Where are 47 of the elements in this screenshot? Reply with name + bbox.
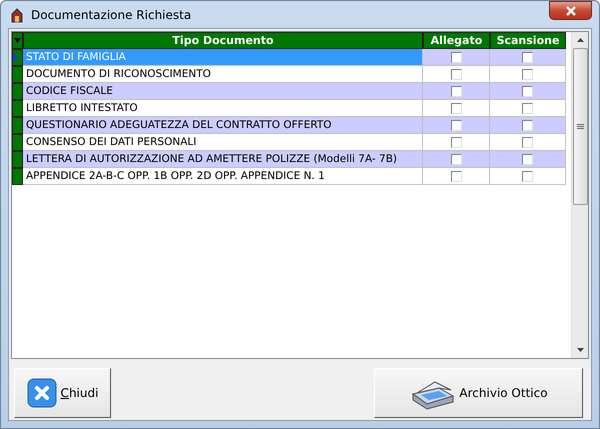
column-header[interactable]: Scansione (490, 32, 566, 49)
checkbox[interactable] (522, 86, 533, 96)
scroll-up-icon[interactable] (576, 38, 584, 42)
grip-icon (576, 124, 584, 129)
close-icon (26, 378, 57, 408)
checkbox[interactable] (450, 52, 462, 62)
row-indicator[interactable] (12, 168, 23, 185)
row-indicator[interactable] (12, 83, 23, 100)
checkbox[interactable] (450, 86, 462, 96)
close-icon (564, 6, 576, 16)
checkbox[interactable] (522, 136, 533, 148)
table-cell: LETTERA DI AUTORIZZAZIONE AD AMETTERE POLIZZE (Modelli 7A- 7B) (23, 151, 423, 168)
checkbox[interactable] (450, 68, 462, 80)
row-indicator[interactable] (12, 134, 23, 151)
table-cell: DOCUMENTO DI RICONOSCIMENTO (23, 66, 423, 83)
checkbox[interactable] (450, 154, 462, 164)
scroll-down-icon[interactable] (576, 348, 584, 352)
checkbox[interactable] (450, 120, 462, 130)
row-indicator[interactable] (12, 49, 23, 66)
checkbox[interactable] (522, 68, 533, 80)
row-indicator[interactable] (12, 100, 23, 117)
filter-icon[interactable] (12, 32, 23, 49)
archive-button[interactable]: Archivio Ottico (374, 368, 583, 418)
checkbox[interactable] (522, 52, 533, 62)
checkbox[interactable] (522, 102, 533, 114)
table-cell: STATO DI FAMIGLIA (23, 49, 423, 66)
checkbox[interactable] (522, 154, 533, 164)
column-header[interactable]: Allegato (423, 32, 490, 49)
table-cell: LIBRETTO INTESTATO (23, 100, 423, 117)
checkbox[interactable] (522, 120, 533, 130)
table-cell: CODICE FISCALE (23, 83, 423, 100)
table-cell: APPENDICE 2A-B-C OPP. 1B OPP. 2D OPP. APPENDICE N. 1 (23, 168, 423, 185)
scrollbar[interactable] (571, 32, 588, 358)
checkbox[interactable] (522, 170, 533, 182)
close-button[interactable] (549, 1, 592, 20)
table-cell: QUESTIONARIO ADEGUATEZZA DEL CONTRATTO OFFERTO (23, 117, 423, 134)
checkbox[interactable] (450, 136, 462, 148)
close-button[interactable]: Chiudi (14, 368, 111, 418)
column-header[interactable]: Tipo Documento (23, 32, 423, 49)
row-indicator[interactable] (12, 151, 23, 168)
app-icon (9, 6, 25, 22)
table-cell: CONSENSO DEI DATI PERSONALI (23, 134, 423, 151)
checkbox[interactable] (450, 102, 462, 114)
window-title: Documentazione Richiesta (31, 8, 192, 22)
row-indicator[interactable] (12, 66, 23, 83)
checkbox[interactable] (450, 170, 462, 182)
row-indicator[interactable] (12, 117, 23, 134)
